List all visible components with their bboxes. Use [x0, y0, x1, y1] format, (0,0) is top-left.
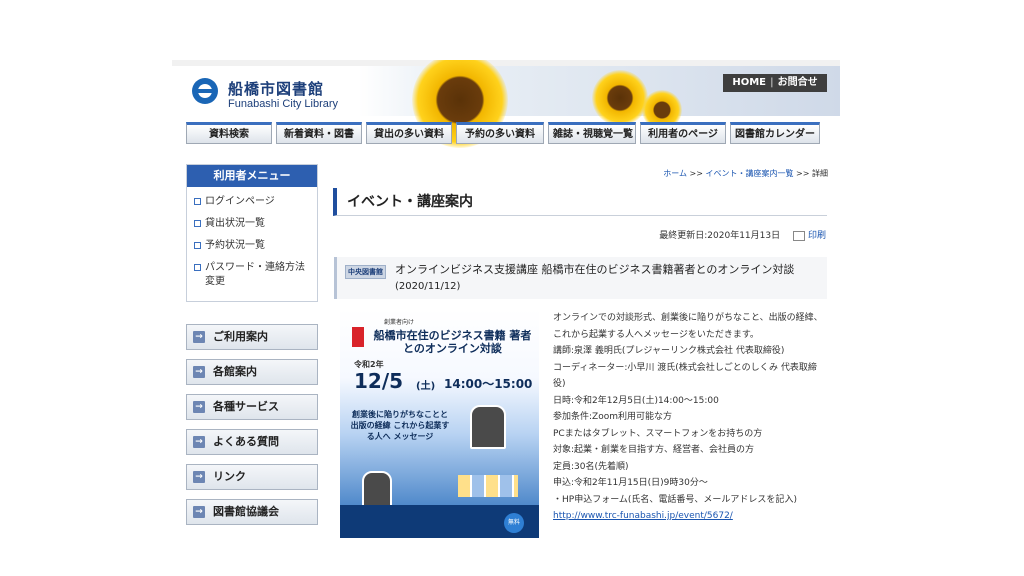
user-menu-reservations[interactable]: 予約状況一覧 [193, 235, 311, 257]
event-date: (2020/11/12) [395, 281, 461, 292]
side-nav-label: 図書館協議会 [213, 505, 279, 518]
side-nav: → ご利用案内 → 各館案内 → 各種サービス → よくある質問 → リンク → 図書館協議… [186, 324, 318, 534]
side-nav-label: リンク [213, 470, 246, 483]
nav-search[interactable]: 資料検索 [186, 122, 272, 144]
arrow-right-icon: → [193, 366, 205, 378]
user-menu-list: ログインページ 貸出状況一覧 予約状況一覧 パスワード・連絡方法変更 [187, 187, 317, 297]
detail-line: 講師:泉澤 義明氏(プレジャーリンク株式会社 代表取締役) [553, 346, 785, 356]
event-flyer-image: 創業者向け 船橋市在住のビジネス書籍 著者とのオンライン対談 令和2年 12/5… [340, 309, 539, 538]
contact-link[interactable]: お問合せ [778, 77, 818, 88]
branch-badge: 中央図書館 [345, 265, 386, 279]
side-nav-label: ご利用案内 [213, 330, 268, 343]
detail-line: PCまたはタブレット、スマートフォンをお持ちの方 [553, 428, 763, 439]
side-nav-council[interactable]: → 図書館協議会 [186, 499, 318, 525]
side-nav-label: 各種サービス [213, 400, 279, 413]
breadcrumb-home[interactable]: ホーム [663, 169, 687, 178]
nav-most-reserved[interactable]: 予約の多い資料 [456, 122, 544, 144]
user-menu-login[interactable]: ログインページ [193, 191, 311, 213]
arrow-right-icon: → [193, 436, 205, 448]
user-menu: 利用者メニュー ログインページ 貸出状況一覧 予約状況一覧 パスワード・連絡方法… [186, 164, 318, 302]
event-header: 中央図書館 オンラインビジネス支援講座 船橋市在住のビジネス書籍著者とのオンライ… [334, 257, 827, 299]
user-menu-password[interactable]: パスワード・連絡方法変更 [193, 257, 311, 293]
page-title: イベント・講座案内 [333, 188, 827, 216]
coordinator-photo [362, 471, 392, 507]
detail-line: 定員:30名(先着順) [553, 461, 629, 472]
arrow-right-icon: → [193, 471, 205, 483]
breadcrumb: ホーム >> イベント・講座案内一覧 >> 詳細 [332, 168, 828, 179]
flyer-date: 12/5 [354, 369, 404, 393]
side-nav-faq[interactable]: → よくある質問 [186, 429, 318, 455]
detail-line: 対象:起業・創業を目指す方、経営者、会社員の方 [553, 445, 755, 455]
event-title: オンラインビジネス支援講座 船橋市在住のビジネス書籍著者とのオンライン対談 [395, 263, 795, 276]
nav-most-borrowed[interactable]: 貸出の多い資料 [366, 122, 452, 144]
print-button[interactable]: 印刷 [792, 230, 826, 241]
arrow-right-icon: → [193, 506, 205, 518]
side-nav-guide[interactable]: → ご利用案内 [186, 324, 318, 350]
detail-line: オンラインでの対談形式、創業後に陥りがちなこと、出版の経緯、これから起業する人へ… [553, 313, 823, 340]
print-label: 印刷 [807, 231, 826, 241]
detail-line: 日時:令和2年12月5日(土)14:00〜15:00 [553, 395, 719, 406]
user-menu-loans[interactable]: 貸出状況一覧 [193, 213, 311, 235]
nav-new-items[interactable]: 新着資料・図書 [276, 122, 362, 144]
side-nav-label: よくある質問 [213, 435, 279, 448]
arrow-right-icon: → [193, 401, 205, 413]
user-menu-title: 利用者メニュー [187, 165, 317, 187]
last-updated: 最終更新日:2020年11月13日 印刷 [332, 228, 826, 241]
site-header: 船橋市図書館 Funabashi City Library HOME | お問合せ [172, 60, 840, 148]
speaker-photo [470, 405, 506, 449]
event-detail-link[interactable]: http://www.trc-funabashi.jp/event/5672/ [553, 511, 733, 521]
side-nav-links[interactable]: → リンク [186, 464, 318, 490]
detail-line: コーディネーター:小早川 渡氏(株式会社しごとのしくみ 代表取締役) [553, 362, 817, 390]
side-nav-branches[interactable]: → 各館案内 [186, 359, 318, 385]
nav-magazines[interactable]: 雑誌・視聴覚一覧 [548, 122, 636, 144]
nav-calendar[interactable]: 図書館カレンダー [730, 122, 820, 144]
side-nav-label: 各館案内 [213, 365, 257, 378]
detail-line: 参加条件:Zoom利用可能な方 [553, 412, 672, 422]
printer-icon [792, 230, 805, 241]
flyer-red-mark [352, 327, 364, 347]
browser-page: 船橋市図書館 Funabashi City Library HOME | お問合せ … [172, 60, 840, 540]
site-title[interactable]: 船橋市図書館 [228, 78, 324, 99]
last-updated-text: 最終更新日:2020年11月13日 [659, 231, 781, 241]
book-covers-image [458, 475, 518, 497]
breadcrumb-events[interactable]: イベント・講座案内一覧 [706, 169, 794, 178]
top-links: HOME | お問合せ [723, 74, 827, 92]
site-subtitle[interactable]: Funabashi City Library [228, 98, 338, 110]
flyer-title: 船橋市在住のビジネス書籍 著者とのオンライン対談 [373, 329, 532, 355]
flyer-message: 創業後に陥りがちなことと 出版の経緯 これから起業する人へ メッセージ [350, 410, 450, 441]
flyer-badge: 無料 [504, 513, 524, 533]
arrow-right-icon: → [193, 331, 205, 343]
flyer-time: 14:00〜15:00 [444, 377, 533, 391]
nav-user-page[interactable]: 利用者のページ [640, 122, 726, 144]
library-logo-icon[interactable] [192, 78, 218, 104]
sunflower-image [592, 70, 648, 126]
global-nav: 資料検索 新着資料・図書 貸出の多い資料 予約の多い資料 雑誌・視聴覚一覧 利用… [186, 122, 826, 146]
flyer-small-text: 創業者向け [384, 319, 415, 326]
breadcrumb-current: 詳細 [812, 169, 828, 178]
breadcrumb-separator: >> [689, 169, 703, 178]
home-link[interactable]: HOME [732, 77, 766, 88]
detail-line: 申込:令和2年11月15日(日)9時30分〜 [553, 478, 708, 488]
side-nav-services[interactable]: → 各種サービス [186, 394, 318, 420]
detail-line: ・HP申込フォーム(氏名、電話番号、メールアドレスを記入) [553, 494, 797, 505]
flyer-day: (土) [416, 381, 436, 392]
event-details: オンラインでの対談形式、創業後に陥りがちなこと、出版の経緯、これから起業する人へ… [553, 310, 823, 525]
breadcrumb-separator: >> [796, 169, 810, 178]
